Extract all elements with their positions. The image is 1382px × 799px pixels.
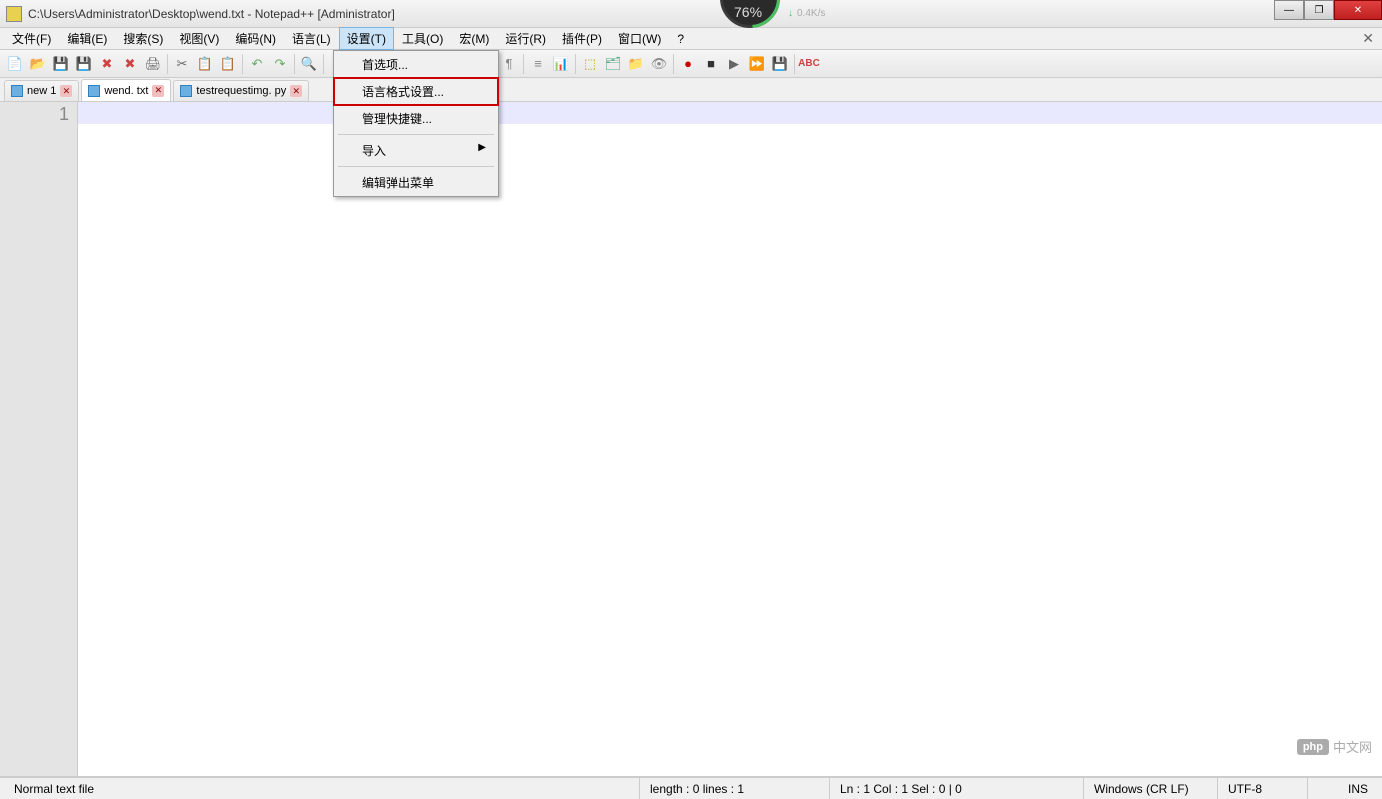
monitor-icon[interactable]: 👁 (648, 53, 670, 75)
play-multi-icon[interactable]: ⏩ (746, 53, 768, 75)
status-mode: INS (1308, 778, 1378, 799)
save-all-icon[interactable]: 💾 (73, 53, 95, 75)
paste-icon[interactable]: 📋 (217, 53, 239, 75)
menu-settings[interactable]: 设置(T) (339, 27, 394, 50)
stop-macro-icon[interactable]: ■ (700, 53, 722, 75)
record-macro-icon[interactable]: ● (677, 53, 699, 75)
show-symbol-icon[interactable]: ¶ (498, 53, 520, 75)
doc-map-icon[interactable]: 🗂 (602, 53, 624, 75)
new-file-icon[interactable]: 📄 (4, 53, 26, 75)
tab-testrequest[interactable]: testrequestimg. py ✕ (173, 80, 309, 101)
status-bar: Normal text file length : 0 lines : 1 Ln… (0, 777, 1382, 799)
tab-bar: new 1 ✕ wend. txt ✕ testrequestimg. py ✕ (0, 78, 1382, 102)
toolbar-separator (167, 54, 168, 74)
line-number: 1 (0, 104, 69, 125)
menu-tools[interactable]: 工具(O) (394, 27, 451, 50)
watermark: php 中文网 (1297, 737, 1372, 756)
file-icon (180, 85, 192, 97)
folder-icon[interactable]: 📁 (625, 53, 647, 75)
toolbar-separator (673, 54, 674, 74)
menu-macro[interactable]: 宏(M) (451, 27, 497, 50)
watermark-text: 中文网 (1333, 737, 1372, 756)
settings-dropdown: 首选项... 语言格式设置... 管理快捷键... 导入 ▶ 编辑弹出菜单 (333, 50, 499, 197)
word-wrap-icon[interactable]: ≡ (527, 53, 549, 75)
open-file-icon[interactable]: 📂 (27, 53, 49, 75)
download-arrow-icon: ↓ (788, 8, 793, 19)
menu-language[interactable]: 语言(L) (284, 27, 339, 50)
status-filetype: Normal text file (4, 778, 640, 799)
menubar-close-icon[interactable]: ✕ (1362, 30, 1374, 47)
toolbar-separator (323, 54, 324, 74)
editor-content[interactable] (78, 102, 1382, 776)
window-title: C:\Users\Administrator\Desktop\wend.txt … (28, 7, 395, 21)
toolbar-separator (294, 54, 295, 74)
menu-search[interactable]: 搜索(S) (115, 27, 171, 50)
menu-file[interactable]: 文件(F) (4, 27, 59, 50)
tab-close-icon[interactable]: ✕ (290, 85, 302, 97)
close-file-icon[interactable]: ✖ (96, 53, 118, 75)
redo-icon[interactable]: ↷ (269, 53, 291, 75)
menu-view[interactable]: 视图(V) (171, 27, 227, 50)
tab-new1[interactable]: new 1 ✕ (4, 80, 79, 101)
menu-style-configurator[interactable]: 语言格式设置... (333, 77, 499, 106)
app-icon (6, 6, 22, 22)
save-icon[interactable]: 💾 (50, 53, 72, 75)
toolbar: 📄 📂 💾 💾 ✖ ✖ 🖨 ✂ 📋 📋 ↶ ↷ 🔍 ¶ ≡ 📊 ⬚ 🗂 📁 👁 … (0, 50, 1382, 78)
status-encoding: Windows (CR LF) (1084, 778, 1218, 799)
close-button[interactable]: ✕ (1334, 0, 1382, 20)
tab-close-icon[interactable]: ✕ (152, 85, 164, 97)
minimize-button[interactable]: — (1274, 0, 1304, 20)
menu-edit[interactable]: 编辑(E) (59, 27, 115, 50)
menu-plugins[interactable]: 插件(P) (554, 27, 610, 50)
menu-window[interactable]: 窗口(W) (610, 27, 669, 50)
title-bar: C:\Users\Administrator\Desktop\wend.txt … (0, 0, 1382, 28)
undo-icon[interactable]: ↶ (246, 53, 268, 75)
editor-area[interactable]: 1 (0, 102, 1382, 777)
menu-run[interactable]: 运行(R) (497, 27, 554, 50)
status-position: Ln : 1 Col : 1 Sel : 0 | 0 (830, 778, 1084, 799)
file-icon (88, 85, 100, 97)
menu-preferences[interactable]: 首选项... (334, 51, 498, 78)
overlay-speed: ↓ 0.4K/s (788, 8, 825, 19)
file-icon (11, 85, 23, 97)
overlay-gauge: 76% (720, 0, 780, 28)
print-icon[interactable]: 🖨 (142, 53, 164, 75)
menu-bar: 文件(F) 编辑(E) 搜索(S) 视图(V) 编码(N) 语言(L) 设置(T… (0, 28, 1382, 50)
watermark-badge: php (1297, 739, 1329, 755)
save-macro-icon[interactable]: 💾 (769, 53, 791, 75)
window-controls: — ❐ ✕ (1274, 0, 1382, 20)
function-list-icon[interactable]: ⬚ (579, 53, 601, 75)
dropdown-separator (338, 166, 494, 167)
menu-encoding[interactable]: 编码(N) (227, 27, 284, 50)
menu-help[interactable]: ? (669, 29, 692, 49)
maximize-button[interactable]: ❐ (1304, 0, 1334, 20)
toolbar-separator (794, 54, 795, 74)
submenu-arrow-icon: ▶ (478, 142, 486, 153)
menu-shortcut-mapper[interactable]: 管理快捷键... (334, 105, 498, 132)
line-gutter: 1 (0, 102, 78, 776)
menu-edit-popup[interactable]: 编辑弹出菜单 (334, 169, 498, 196)
cut-icon[interactable]: ✂ (171, 53, 193, 75)
status-charset: UTF-8 (1218, 778, 1308, 799)
spellcheck-icon[interactable]: ABC (798, 53, 820, 75)
current-line-highlight (78, 102, 1382, 124)
close-all-icon[interactable]: ✖ (119, 53, 141, 75)
copy-icon[interactable]: 📋 (194, 53, 216, 75)
toolbar-separator (575, 54, 576, 74)
dropdown-separator (338, 134, 494, 135)
play-macro-icon[interactable]: ▶ (723, 53, 745, 75)
tab-close-icon[interactable]: ✕ (60, 85, 72, 97)
toolbar-separator (242, 54, 243, 74)
indent-guide-icon[interactable]: 📊 (550, 53, 572, 75)
tab-wend[interactable]: wend. txt ✕ (81, 79, 171, 101)
find-icon[interactable]: 🔍 (298, 53, 320, 75)
status-length: length : 0 lines : 1 (640, 778, 830, 799)
toolbar-separator (523, 54, 524, 74)
menu-import[interactable]: 导入 ▶ (334, 137, 498, 164)
